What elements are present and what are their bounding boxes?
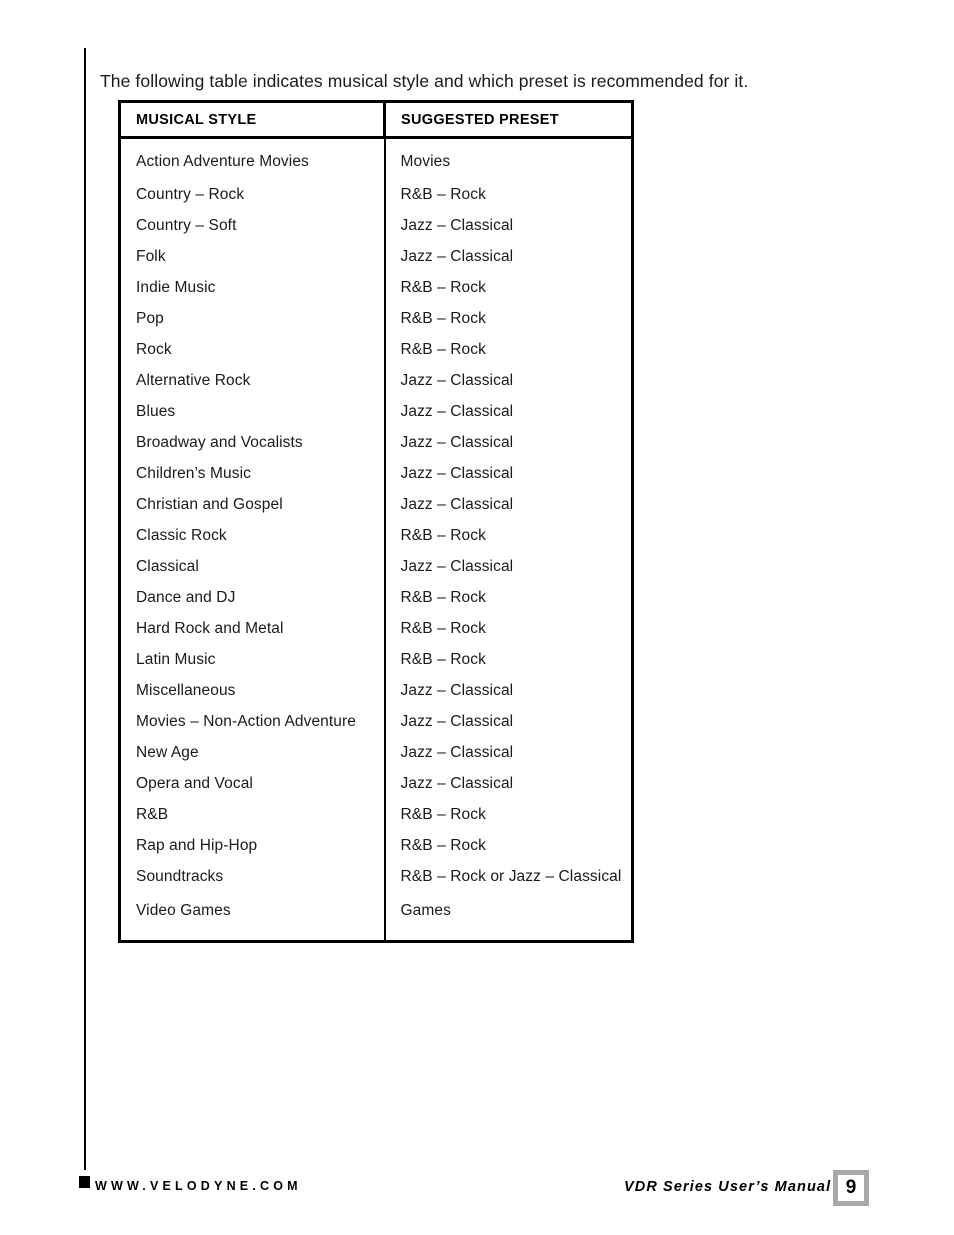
cell-musical-style: Movies – Non-Action Adventure <box>119 706 386 737</box>
table-row: Classic Rock R&B – Rock <box>119 520 633 551</box>
cell-suggested-preset: R&B – Rock <box>400 309 486 327</box>
cell-musical-style: Opera and Vocal <box>119 768 386 799</box>
table-row: Pop R&B – Rock <box>119 303 633 334</box>
cell-suggested-preset: Jazz – Classical <box>400 402 514 420</box>
table-row: Broadway and Vocalists Jazz – Classical <box>119 427 633 458</box>
table-row: Soundtracks R&B – Rock or Jazz – Classica… <box>119 861 633 892</box>
cell-suggested-preset: Jazz – Classical <box>400 433 514 451</box>
cell-suggested-preset: R&B – Rock <box>400 185 486 203</box>
cell-suggested-preset: Jazz – Classical <box>400 216 514 234</box>
table-row: Movies – Non-Action Adventure Jazz – Clas… <box>119 706 633 737</box>
footer-website-url: WWW.VELODYNE.COM <box>95 1179 302 1193</box>
table-row: Rap and Hip-Hop R&B – Rock <box>119 830 633 861</box>
cell-suggested-preset: Jazz – Classical <box>400 774 514 792</box>
table-row: Classical Jazz – Classical <box>119 551 633 582</box>
cell-suggested-preset: R&B – Rock <box>400 588 486 606</box>
table-row: Video Games Games <box>119 892 633 942</box>
table-row: Folk Jazz – Classical <box>119 241 633 272</box>
table-row: R&B R&B – Rock <box>119 799 633 830</box>
cell-musical-style: Classical <box>119 551 386 582</box>
table-row: Alternative Rock Jazz – Classical <box>119 365 633 396</box>
cell-suggested-preset: Movies <box>400 153 451 170</box>
cell-musical-style: Blues <box>119 396 386 427</box>
column-header-suggested-preset: SUGGESTED PRESET <box>383 100 634 139</box>
page-number-badge: 9 <box>833 1170 869 1206</box>
table-row: Indie Music R&B – Rock <box>119 272 633 303</box>
cell-suggested-preset: Jazz – Classical <box>400 247 514 265</box>
cell-musical-style: Alternative Rock <box>119 365 386 396</box>
cell-musical-style: Pop <box>119 303 386 334</box>
cell-suggested-preset: Games <box>400 902 451 919</box>
table-row: Country – Rock R&B – Rock <box>119 179 633 210</box>
column-header-musical-style: MUSICAL STYLE <box>118 100 386 139</box>
musical-style-preset-table: MUSICAL STYLE SUGGESTED PRESET Action Ad… <box>118 100 634 943</box>
cell-suggested-preset: R&B – Rock <box>400 650 486 668</box>
cell-musical-style: Indie Music <box>119 272 386 303</box>
cell-musical-style: Hard Rock and Metal <box>119 613 386 644</box>
cell-musical-style: Dance and DJ <box>119 582 386 613</box>
table-header: MUSICAL STYLE SUGGESTED PRESET <box>118 100 634 139</box>
cell-suggested-preset: R&B – Rock or Jazz – Classical <box>400 867 622 885</box>
cell-suggested-preset: R&B – Rock <box>400 619 486 637</box>
page-side-rule <box>84 48 86 1170</box>
cell-musical-style: R&B <box>119 799 386 830</box>
page-rule-bullet-square <box>79 1176 90 1188</box>
table-header-row: MUSICAL STYLE SUGGESTED PRESET <box>118 100 634 139</box>
cell-musical-style: New Age <box>119 737 386 768</box>
cell-musical-style: Rock <box>119 334 386 365</box>
cell-musical-style: Latin Music <box>119 644 386 675</box>
cell-suggested-preset: Jazz – Classical <box>400 681 514 699</box>
cell-musical-style: Miscellaneous <box>119 675 386 706</box>
cell-suggested-preset: R&B – Rock <box>400 278 486 296</box>
cell-suggested-preset: Jazz – Classical <box>400 557 514 575</box>
table-row: Dance and DJ R&B – Rock <box>119 582 633 613</box>
cell-suggested-preset: Jazz – Classical <box>400 495 514 513</box>
cell-musical-style: Children’s Music <box>119 458 386 489</box>
table-row: Opera and Vocal Jazz – Classical <box>119 768 633 799</box>
cell-musical-style: Rap and Hip-Hop <box>119 830 386 861</box>
table-row: Blues Jazz – Classical <box>119 396 633 427</box>
cell-suggested-preset: R&B – Rock <box>400 340 486 358</box>
cell-suggested-preset: Jazz – Classical <box>400 712 514 730</box>
cell-suggested-preset: R&B – Rock <box>400 526 486 544</box>
cell-musical-style: Christian and Gospel <box>119 489 386 520</box>
cell-musical-style: Video Games <box>119 892 386 942</box>
cell-musical-style: Country – Rock <box>119 179 386 210</box>
table-row: Christian and Gospel Jazz – Classical <box>119 489 633 520</box>
cell-suggested-preset: R&B – Rock <box>400 836 486 854</box>
cell-musical-style: Classic Rock <box>119 520 386 551</box>
cell-suggested-preset: Jazz – Classical <box>400 464 514 482</box>
table-row: Children’s Music Jazz – Classical <box>119 458 633 489</box>
footer-manual-title: VDR Series User’s Manual <box>624 1179 832 1195</box>
table-row: New Age Jazz – Classical <box>119 737 633 768</box>
table-row: Rock R&B – Rock <box>119 334 633 365</box>
table-row: Miscellaneous Jazz – Classical <box>119 675 633 706</box>
intro-paragraph: The following table indicates musical st… <box>100 70 749 91</box>
cell-suggested-preset: Jazz – Classical <box>400 371 514 389</box>
table-row: Hard Rock and Metal R&B – Rock <box>119 613 633 644</box>
cell-musical-style: Action Adventure Movies <box>119 137 386 179</box>
cell-musical-style: Broadway and Vocalists <box>119 427 386 458</box>
cell-musical-style: Soundtracks <box>119 861 386 892</box>
table-row: Country – Soft Jazz – Classical <box>119 210 633 241</box>
table-row: Latin Music R&B – Rock <box>119 644 633 675</box>
table-body: Action Adventure Movies Movies Country – R… <box>119 137 633 942</box>
cell-musical-style: Country – Soft <box>119 210 386 241</box>
cell-suggested-preset: R&B – Rock <box>400 805 486 823</box>
cell-musical-style: Folk <box>119 241 386 272</box>
table-row: Action Adventure Movies Movies <box>119 137 633 179</box>
cell-suggested-preset: Jazz – Classical <box>400 743 514 761</box>
